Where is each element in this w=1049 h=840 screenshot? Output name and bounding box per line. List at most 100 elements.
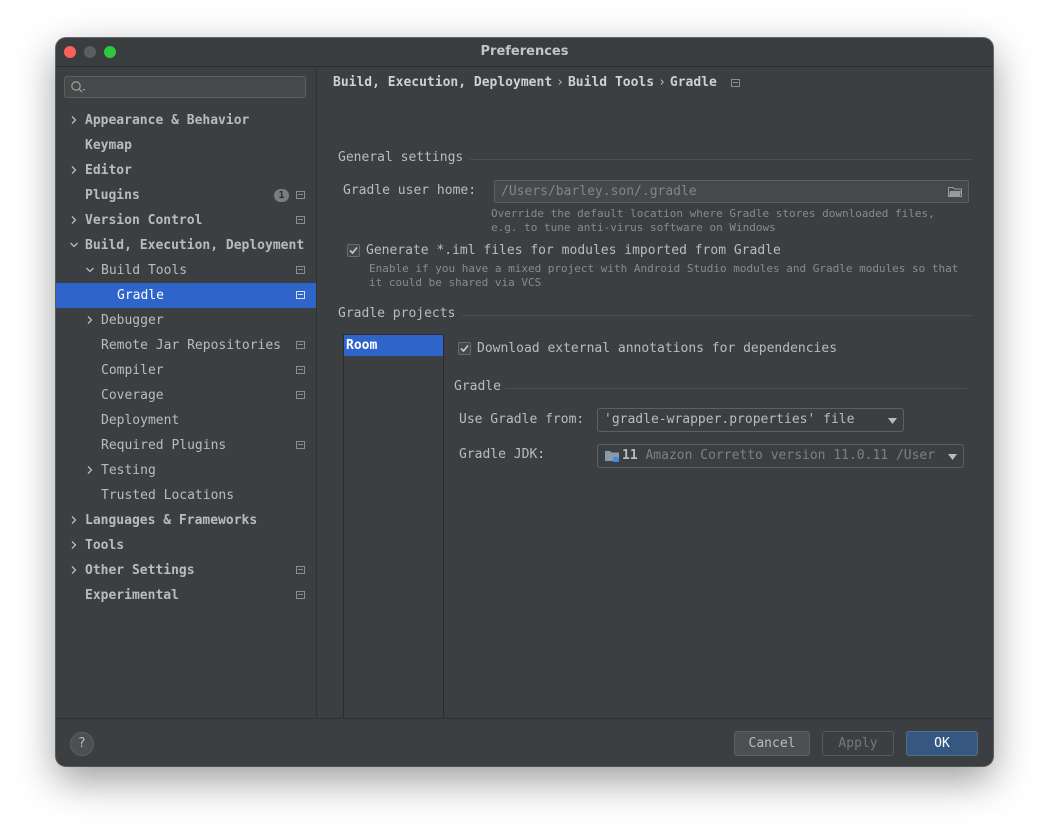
chevron-down-icon[interactable]: [70, 241, 78, 249]
sidebar-item[interactable]: Build, Execution, Deployment: [56, 233, 316, 258]
project-level-icon: [296, 216, 305, 224]
dropdown-arrow-icon: [888, 418, 897, 424]
gradle-section-title: Gradle: [454, 379, 501, 394]
sidebar-item[interactable]: Tools: [56, 533, 316, 558]
sidebar-item-label: Coverage: [101, 388, 164, 403]
sidebar-item[interactable]: Gradle: [56, 283, 316, 308]
breadcrumb-item[interactable]: Build Tools: [568, 75, 654, 90]
sidebar-item-label: Required Plugins: [101, 438, 227, 453]
sidebar-item-label: Version Control: [85, 213, 203, 228]
settings-search-input[interactable]: [64, 76, 306, 98]
iml-hint-line1: Enable if you have a mixed project with …: [369, 262, 959, 275]
dialog-footer: ? Cancel Apply OK: [56, 718, 993, 766]
chevron-right-icon[interactable]: [70, 166, 78, 174]
generate-iml-checkbox[interactable]: [347, 244, 360, 257]
sidebar-item[interactable]: Testing: [56, 458, 316, 483]
sidebar-item[interactable]: Editor: [56, 158, 316, 183]
sidebar-item-label: Debugger: [101, 313, 164, 328]
chevron-right-icon[interactable]: [70, 541, 78, 549]
project-level-icon: [296, 591, 305, 599]
sidebar-item[interactable]: Debugger: [56, 308, 316, 333]
title-bar[interactable]: Preferences: [56, 38, 993, 67]
gradle-user-home-label: Gradle user home:: [343, 183, 477, 198]
apply-button[interactable]: Apply: [822, 731, 894, 756]
project-level-icon: [296, 366, 305, 374]
sidebar-item[interactable]: Languages & Frameworks: [56, 508, 316, 533]
sidebar-item[interactable]: Keymap: [56, 133, 316, 158]
iml-hint-line2: it could be shared via VCS: [369, 276, 542, 289]
help-button[interactable]: ?: [70, 732, 94, 756]
sidebar-item[interactable]: Version Control: [56, 208, 316, 233]
breadcrumb-item[interactable]: Build, Execution, Deployment: [333, 75, 552, 90]
section-divider: [505, 388, 967, 389]
project-level-icon: [296, 391, 305, 399]
search-icon: [71, 81, 86, 93]
sidebar-item-label: Appearance & Behavior: [85, 113, 250, 128]
sidebar-item-label: Deployment: [101, 413, 180, 428]
project-list-item[interactable]: Room: [344, 335, 443, 356]
sidebar-item-label: Experimental: [85, 588, 179, 603]
chevron-right-icon[interactable]: [86, 316, 94, 324]
ok-button[interactable]: OK: [906, 731, 978, 756]
sidebar-item[interactable]: Experimental: [56, 583, 316, 608]
checkmark-icon: [460, 344, 469, 353]
sidebar-item-label: Editor: [85, 163, 132, 178]
sidebar-item-label: Other Settings: [85, 563, 195, 578]
sidebar-item[interactable]: Build Tools: [56, 258, 316, 283]
gradle-projects-list[interactable]: Room: [343, 334, 444, 741]
chevron-right-icon[interactable]: [70, 116, 78, 124]
breadcrumb-separator: ›: [556, 75, 564, 90]
chevron-right-icon[interactable]: [70, 216, 78, 224]
sidebar-item-label: Plugins: [85, 188, 140, 203]
sidebar-item[interactable]: Remote Jar Repositories: [56, 333, 316, 358]
section-divider: [462, 315, 972, 316]
sidebar-item[interactable]: Appearance & Behavior: [56, 108, 316, 133]
sidebar-item-label: Compiler: [101, 363, 164, 378]
project-level-icon: [296, 291, 305, 299]
download-annotations-label[interactable]: Download external annotations for depend…: [477, 341, 837, 356]
chevron-right-icon[interactable]: [70, 516, 78, 524]
window-title: Preferences: [480, 44, 569, 59]
gradle-user-home-input[interactable]: /Users/barley.son/.gradle: [494, 180, 969, 203]
gradle-user-home-placeholder: /Users/barley.son/.gradle: [501, 184, 697, 199]
chevron-down-icon[interactable]: [86, 266, 94, 274]
breadcrumb-separator: ›: [658, 75, 666, 90]
sidebar-item[interactable]: Required Plugins: [56, 433, 316, 458]
sidebar-item-label: Languages & Frameworks: [85, 513, 258, 528]
general-settings-title: General settings: [338, 150, 464, 165]
sidebar-item-label: Build Tools: [101, 263, 188, 278]
sidebar-item-label: Tools: [85, 538, 125, 553]
cancel-button[interactable]: Cancel: [734, 731, 810, 756]
gradle-jdk-select[interactable]: 11 Amazon Corretto version 11.0.11 /User: [597, 444, 964, 468]
chevron-right-icon[interactable]: [86, 466, 94, 474]
generate-iml-label[interactable]: Generate *.iml files for modules importe…: [366, 243, 781, 258]
download-annotations-checkbox[interactable]: [458, 342, 471, 355]
gradle-projects-title: Gradle projects: [338, 306, 456, 321]
sidebar-item-label: Keymap: [85, 138, 132, 153]
sidebar-item[interactable]: Plugins 1: [56, 183, 316, 208]
sidebar-item[interactable]: Trusted Locations: [56, 483, 316, 508]
use-gradle-from-value: 'gradle-wrapper.properties' file: [604, 412, 855, 427]
project-level-icon: [296, 566, 305, 574]
sidebar-item[interactable]: Compiler: [56, 358, 316, 383]
settings-tree: Appearance & Behavior Keymap Editor Plugins…: [56, 108, 316, 608]
sidebar-item-label: Gradle: [117, 288, 164, 303]
jdk-version: 11: [622, 448, 638, 463]
sidebar-item-label: Trusted Locations: [101, 488, 235, 503]
breadcrumb-item: Gradle: [669, 75, 717, 90]
sidebar-item[interactable]: Other Settings: [56, 558, 316, 583]
sidebar-item-label: Testing: [101, 463, 156, 478]
use-gradle-from-select[interactable]: 'gradle-wrapper.properties' file: [597, 408, 904, 432]
checkmark-icon: [349, 246, 358, 255]
use-gradle-from-label: Use Gradle from:: [459, 412, 585, 427]
gradle-jdk-label: Gradle JDK:: [459, 447, 546, 462]
sidebar-item[interactable]: Coverage: [56, 383, 316, 408]
sidebar-item[interactable]: Deployment: [56, 408, 316, 433]
settings-sidebar: Appearance & Behavior Keymap Editor Plugins…: [56, 67, 317, 719]
folder-icon[interactable]: [948, 186, 962, 197]
dropdown-arrow-icon: [948, 454, 957, 460]
project-level-icon: [296, 341, 305, 349]
breadcrumb: Build, Execution, Deployment › Build Tools…: [333, 73, 740, 93]
chevron-right-icon[interactable]: [70, 566, 78, 574]
sidebar-item-label: Build, Execution, Deployment: [85, 238, 305, 253]
